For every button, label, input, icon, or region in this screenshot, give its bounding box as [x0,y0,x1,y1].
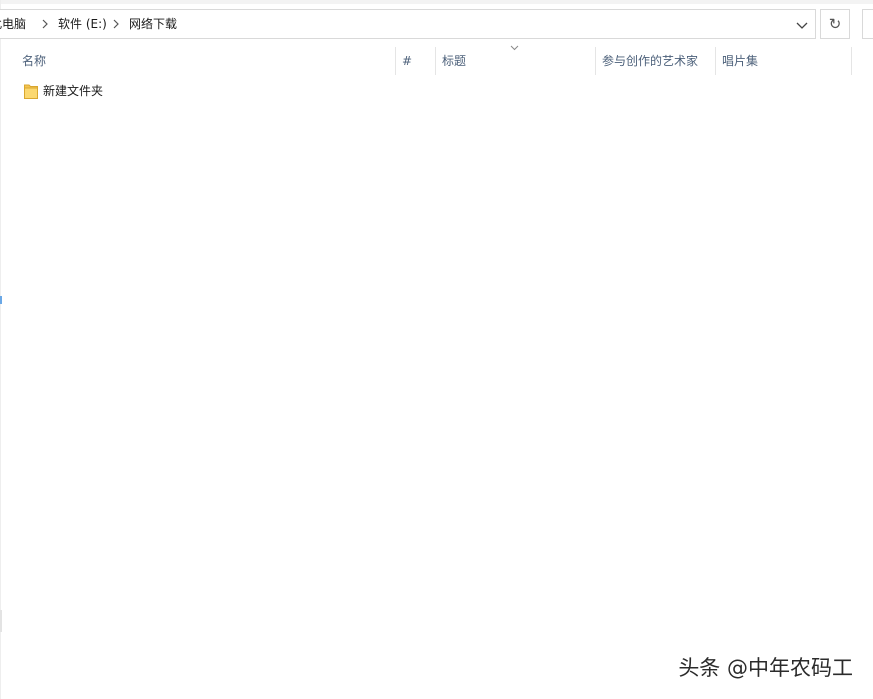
chevron-right-icon[interactable] [111,17,121,31]
breadcrumb-this-pc[interactable]: 此电脑 [0,16,26,32]
column-header-label: 参与创作的艺术家 [602,54,699,68]
file-name: 新建文件夹 [43,84,104,98]
column-header-number[interactable]: # [396,47,436,75]
folder-icon [24,84,38,99]
watermark-text: 头条 @中年农码工 [678,656,853,680]
search-box[interactable] [862,9,873,39]
scroll-indicator [0,610,2,632]
column-header-row: 名称 # 标题 参与创作的艺术家 唱片集 [0,47,852,75]
refresh-icon: ↻ [828,15,842,33]
column-header-label: 标题 [442,54,467,68]
chevron-down-icon[interactable] [793,16,811,34]
column-header-label: # [402,54,413,68]
column-header-name[interactable]: 名称 [16,47,396,75]
refresh-button[interactable]: ↻ [820,9,850,39]
window-top-strip [0,0,873,4]
column-header-artist[interactable]: 参与创作的艺术家 [596,47,716,75]
address-bar[interactable]: 此电脑 软件 (E:) 网络下载 [0,9,816,39]
column-header-label: 名称 [22,54,47,68]
scroll-indicator [0,296,2,304]
chevron-right-icon[interactable] [40,17,50,31]
breadcrumb-drive-e[interactable]: 软件 (E:) [58,16,107,32]
column-header-album[interactable]: 唱片集 [716,47,852,75]
list-item[interactable]: 新建文件夹 [18,81,168,101]
nav-pane-edge [0,0,1,699]
column-header-label: 唱片集 [722,54,759,68]
breadcrumb-current-folder[interactable]: 网络下载 [129,16,177,32]
column-header-title[interactable]: 标题 [436,47,596,75]
